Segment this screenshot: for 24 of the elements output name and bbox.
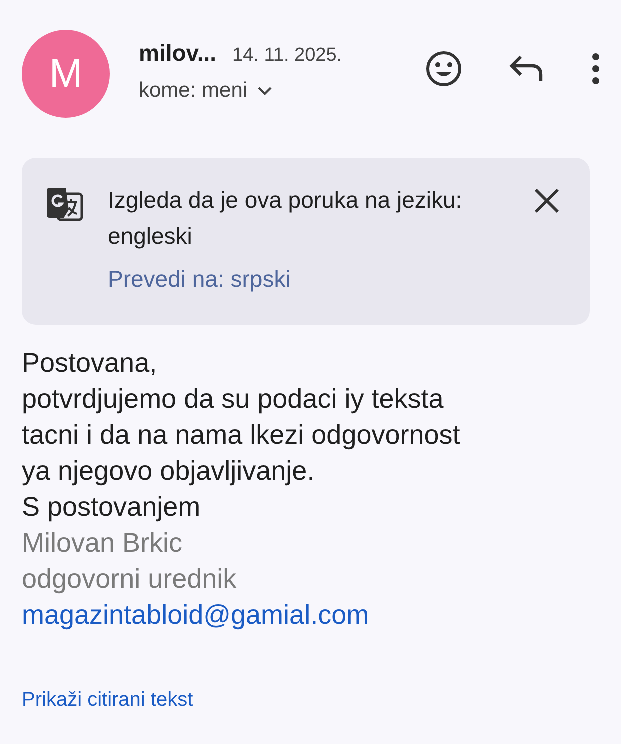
close-icon: [534, 188, 560, 214]
close-button[interactable]: [534, 188, 560, 214]
reply-button[interactable]: [509, 54, 545, 84]
signature-line: Milovan Brkic: [22, 526, 184, 560]
reply-icon: [509, 54, 545, 84]
emoji-button[interactable]: [425, 50, 463, 88]
translate-link[interactable]: Prevedi na: srpski: [108, 262, 488, 296]
show-quoted-text-link[interactable]: Prikaži citirani tekst: [22, 688, 194, 710]
message-line: potvrdjujemo da su podaci iy teksta: [22, 382, 445, 416]
recipient-dropdown[interactable]: kome: meni: [139, 78, 342, 102]
smiley-icon: [425, 50, 463, 88]
sender-name: milov...: [139, 39, 217, 68]
more-vertical-icon: [591, 53, 601, 85]
translate-icon: [46, 186, 84, 222]
message-line: S postovanjem: [22, 490, 202, 524]
avatar: M: [22, 30, 110, 118]
date: 14. 11. 2025.: [232, 44, 342, 68]
signature-line: odgovorni urednik: [22, 562, 238, 596]
email-link[interactable]: magazintabloid@gamial.com: [22, 596, 370, 632]
message-line: tacni i da na nama lkezi odgovornost: [22, 418, 462, 452]
message-line: Postovana,: [22, 346, 158, 380]
more-button[interactable]: [591, 53, 601, 85]
message-line: ya njegovo objavljivanje.: [22, 454, 316, 488]
translation-notice: Izgleda da je ova poruka na jeziku: engleski: [108, 186, 464, 251]
